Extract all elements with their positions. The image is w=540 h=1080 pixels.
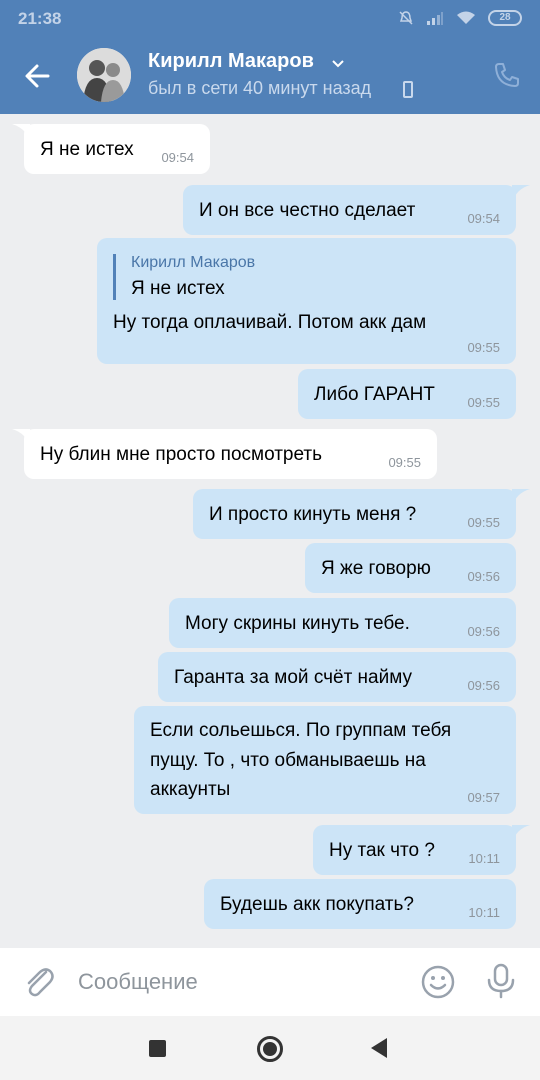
message-text: Могу скрины кинуть тебе. <box>185 613 410 634</box>
message-text-line: аккаунты <box>150 779 231 800</box>
reply-text: Я не истех <box>131 278 225 299</box>
paperclip-icon[interactable] <box>22 964 56 1000</box>
bubble-tail <box>512 185 530 203</box>
message-outgoing[interactable]: Либо ГАРАНТ 09:55 <box>298 369 516 419</box>
signal-icon <box>427 12 443 25</box>
mute-icon <box>399 11 413 25</box>
wifi-icon <box>457 11 475 24</box>
message-text: Либо ГАРАНТ <box>314 384 435 405</box>
chevron-down-icon[interactable] <box>330 56 346 70</box>
message-incoming[interactable]: Я не истех 09:54 <box>24 124 210 174</box>
message-text: Гаранта за мой счёт найму <box>174 667 413 688</box>
reply-quote-bar <box>113 254 116 300</box>
message-list[interactable]: Я не истех 09:54 И он все честно сделает… <box>0 114 540 948</box>
message-text-line: Если сольешься. По группам тебя <box>150 720 452 741</box>
bubble-tail <box>512 825 530 843</box>
chat-header: Кирилл Макаров был в сети 40 минут назад <box>0 36 540 114</box>
message-text: Ну так что ? <box>329 840 435 861</box>
message-outgoing[interactable]: Я же говорю 09:56 <box>305 543 516 593</box>
message-text: Будешь акк покупать? <box>220 894 414 915</box>
reply-author[interactable]: Кирилл Макаров <box>131 254 255 272</box>
bubble-tail <box>12 429 30 447</box>
message-time: 09:54 <box>467 211 500 226</box>
message-text: Ну тогда оплачивай. Потом акк дам <box>113 312 427 333</box>
back-arrow-icon[interactable] <box>18 56 58 96</box>
status-time: 21:38 <box>18 9 62 28</box>
message-text: И просто кинуть меня ? <box>209 504 417 525</box>
system-nav-bar <box>0 1016 540 1080</box>
last-seen-status: был в сети 40 минут назад <box>148 78 372 98</box>
message-input[interactable] <box>78 966 398 998</box>
message-composer <box>0 948 540 1016</box>
message-outgoing-multiline[interactable]: Если сольешься. По группам тебя пущу. То… <box>134 706 516 814</box>
contact-name[interactable]: Кирилл Макаров <box>148 50 314 73</box>
message-outgoing[interactable]: Ну так что ? 10:11 <box>313 825 516 875</box>
microphone-icon[interactable] <box>484 962 518 1000</box>
message-outgoing[interactable]: Гаранта за мой счёт найму 09:56 <box>158 652 516 702</box>
message-time: 09:54 <box>161 150 194 165</box>
message-outgoing[interactable]: Будешь акк покупать? 10:11 <box>204 879 516 929</box>
message-time: 09:56 <box>467 678 500 693</box>
bubble-tail <box>12 124 30 142</box>
status-icons: 28 <box>398 9 522 27</box>
back-triangle-icon[interactable] <box>371 1038 387 1058</box>
battery-icon: 28 <box>488 10 522 26</box>
message-time: 09:55 <box>467 515 500 530</box>
message-text: Я не истех <box>40 139 134 160</box>
recent-apps-icon[interactable] <box>149 1040 166 1057</box>
message-text-line: пущу. То , что обманываешь на <box>150 750 426 771</box>
message-time: 09:56 <box>467 569 500 584</box>
message-incoming[interactable]: Ну блин мне просто посмотреть 09:55 <box>24 429 437 479</box>
avatar-photo <box>77 48 131 102</box>
status-bar: 21:38 28 <box>0 0 540 36</box>
message-text: И он все честно сделает <box>199 200 416 221</box>
message-time: 09:55 <box>467 395 500 410</box>
message-time: 09:56 <box>467 624 500 639</box>
message-time: 09:55 <box>388 455 421 470</box>
message-text: Ну блин мне просто посмотреть <box>40 444 323 465</box>
bubble-tail <box>512 489 530 507</box>
message-outgoing[interactable]: Могу скрины кинуть тебе. 09:56 <box>169 598 516 648</box>
avatar[interactable] <box>77 48 131 102</box>
mobile-icon <box>403 81 413 98</box>
emoji-icon[interactable] <box>420 964 456 1000</box>
message-time: 09:55 <box>467 340 500 355</box>
message-time: 10:11 <box>468 851 500 866</box>
message-outgoing[interactable]: И просто кинуть меня ? 09:55 <box>193 489 516 539</box>
message-outgoing[interactable]: И он все честно сделает 09:54 <box>183 185 516 235</box>
message-time: 10:11 <box>468 905 500 920</box>
message-outgoing-reply[interactable]: Кирилл Макаров Я не истех Ну тогда оплач… <box>97 238 516 364</box>
home-icon[interactable] <box>257 1036 283 1062</box>
message-time: 09:57 <box>467 790 500 805</box>
phone-icon[interactable] <box>492 60 522 90</box>
message-text: Я же говорю <box>321 558 431 579</box>
